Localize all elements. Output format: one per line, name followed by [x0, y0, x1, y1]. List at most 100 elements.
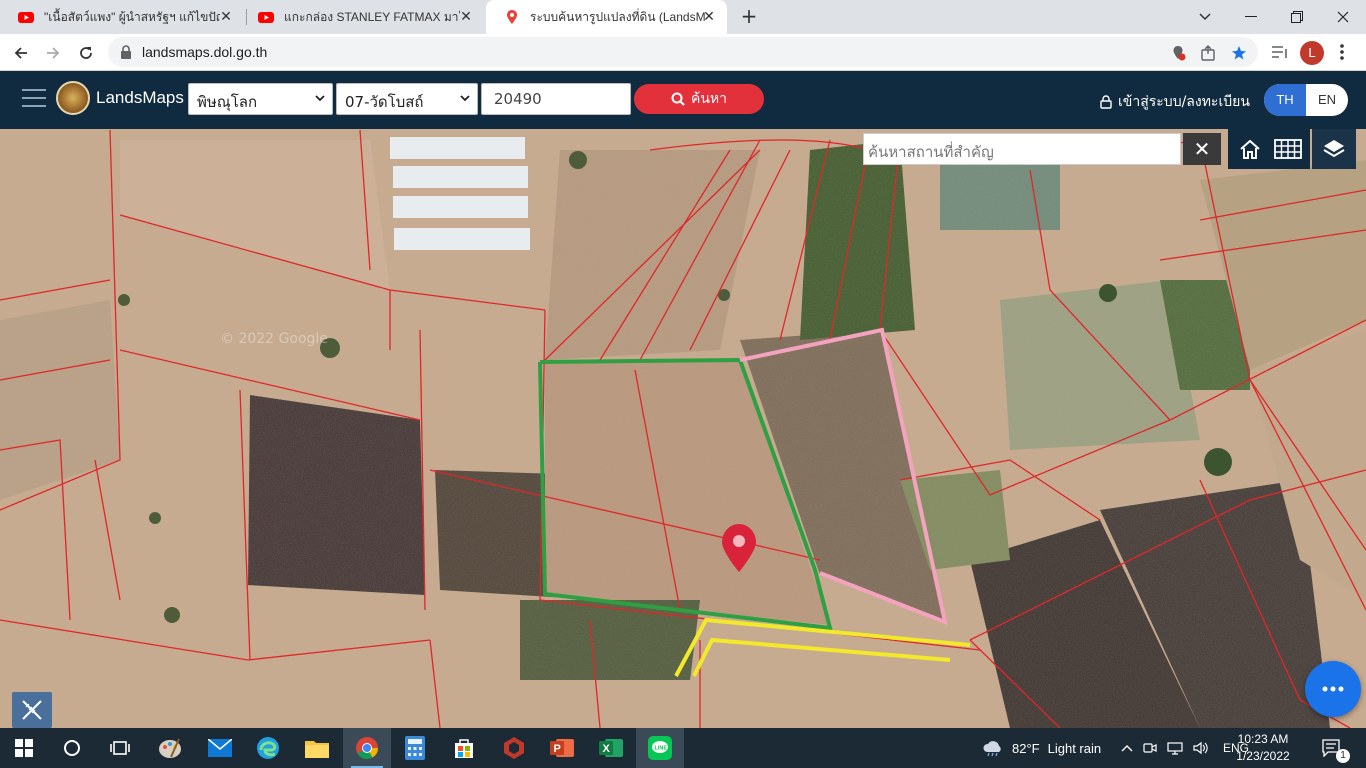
clock[interactable]: 10:23 AM 1/23/2022 [1228, 731, 1298, 765]
taskbar-explorer-app[interactable] [293, 728, 341, 768]
lang-en-button[interactable]: EN [1306, 84, 1348, 116]
province-select[interactable]: พิษณุโลก [188, 83, 333, 115]
taskbar-excel-app[interactable]: X [587, 728, 635, 768]
ruler-pencil-icon [22, 700, 42, 720]
satellite-map: © 2022 Google [0, 129, 1366, 728]
district-select[interactable]: 07-วัดโบสถ์ [336, 83, 478, 115]
tab-title: ระบบค้นหารูปแปลงที่ดิน (LandsMaps) [530, 9, 706, 24]
login-link[interactable]: เข้าสู่ระบบ/ลงทะเบียน [1100, 91, 1250, 113]
share-icon[interactable] [1200, 45, 1216, 61]
tab-search-icon[interactable] [1182, 0, 1228, 34]
close-tab-icon[interactable]: ✕ [458, 9, 474, 25]
login-label: เข้าสู่ระบบ/ลงทะเบียน [1118, 94, 1250, 110]
edge-icon [257, 737, 279, 759]
forward-button[interactable] [40, 40, 66, 66]
tab-title: แกะกล่อง STANLEY FATMAX มาให้ชม [284, 9, 460, 24]
start-button[interactable] [0, 728, 48, 768]
hamburger-menu-icon[interactable] [22, 89, 46, 109]
cortana-button[interactable] [48, 728, 96, 768]
volume-icon[interactable] [1193, 741, 1209, 755]
home-icon [1240, 139, 1260, 159]
taskbar-store-app[interactable] [440, 728, 488, 768]
search-button[interactable]: ค้นหา [634, 84, 764, 114]
province-value: พิษณุโลก [197, 93, 258, 111]
measure-tool-button[interactable] [12, 692, 52, 728]
youtube-icon [258, 12, 274, 23]
youtube-icon [18, 12, 34, 23]
store-bag-icon [455, 739, 473, 758]
line-chat-icon: LINE [648, 736, 672, 760]
map-pin-icon [507, 10, 517, 24]
parcel-number-input[interactable]: 20490 [481, 83, 631, 115]
clock-time: 10:23 AM [1237, 732, 1289, 746]
chevron-up-icon[interactable] [1121, 744, 1133, 752]
layers-icon [1323, 140, 1345, 158]
minimize-button[interactable] [1228, 0, 1274, 34]
district-value: 07-วัดโบสถ์ [345, 93, 424, 111]
folder-icon [305, 741, 329, 758]
back-button[interactable] [8, 40, 34, 66]
taskbar-chrome-app[interactable] [343, 728, 391, 768]
taskbar-calculator-app[interactable] [391, 728, 439, 768]
powerpoint-icon: P [550, 739, 574, 757]
layers-button[interactable] [1312, 129, 1356, 169]
new-tab-button[interactable]: + [737, 5, 761, 29]
mail-icon [208, 739, 232, 757]
palette-icon [159, 738, 181, 758]
chevron-down-icon [315, 95, 325, 102]
rain-cloud-icon [983, 741, 1001, 756]
map-view[interactable]: © 2022 Google ค้นหาสถานที่สำคัญ ✕ [0, 129, 1366, 728]
site-header: LandsMaps พิษณุโลก 07-วัดโบสถ์ 20490 ค้น… [0, 71, 1366, 129]
meet-now-icon[interactable] [1143, 741, 1157, 755]
arrow-right-icon [47, 47, 60, 59]
place-search-input[interactable]: ค้นหาสถานที่สำคัญ [863, 133, 1181, 165]
close-window-button[interactable] [1320, 0, 1366, 34]
clear-search-button[interactable]: ✕ [1183, 133, 1221, 165]
grid-icon [1274, 139, 1302, 159]
taskbar-edge-app[interactable] [244, 728, 292, 768]
tab-title: "เนื้อสัตว์แพง" ผู้นำสหรัฐฯ แก้ไขปัญหา [44, 9, 220, 24]
url-text: landsmaps.dol.go.th [142, 44, 268, 60]
search-icon [671, 92, 685, 106]
bookmark-star-icon[interactable] [1231, 45, 1247, 61]
svg-text:LINE: LINE [655, 746, 668, 752]
profile-avatar[interactable]: L [1300, 41, 1324, 65]
tab-youtube-2[interactable]: แกะกล่อง STANLEY FATMAX มาให้ชม ✕ [240, 0, 484, 34]
more-options-button[interactable] [1305, 661, 1361, 717]
browser-toolbar: landsmaps.dol.go.th L [0, 34, 1366, 71]
excel-icon: X [599, 739, 623, 757]
taskbar-line-app[interactable]: LINE [636, 728, 684, 768]
reload-icon [80, 47, 92, 59]
reading-list-icon[interactable] [1271, 44, 1289, 60]
calculator-icon [405, 736, 425, 760]
weather-widget[interactable]: 82°F Light rain [982, 728, 1101, 768]
taskbar-mail-app[interactable] [196, 728, 244, 768]
menu-kebab-icon[interactable] [1338, 42, 1346, 62]
notification-center-button[interactable]: 1 [1322, 728, 1350, 768]
svg-text:X: X [603, 743, 611, 755]
address-bar[interactable]: landsmaps.dol.go.th [108, 37, 1258, 67]
taskbar-paint-app[interactable] [146, 728, 194, 768]
task-view-icon [110, 741, 130, 755]
taskbar-powerpoint-app[interactable]: P [538, 728, 586, 768]
reload-button[interactable] [73, 40, 99, 66]
windows-taskbar: P X LINE 82°F Light rain ENG 10:23 AM 1/… [0, 728, 1366, 768]
tab-landsmaps[interactable]: ระบบค้นหารูปแปลงที่ดิน (LandsMaps) ✕ [486, 0, 727, 34]
windows-logo-icon [15, 739, 33, 757]
weather-text: Light rain [1047, 740, 1102, 756]
grid-button[interactable] [1266, 129, 1310, 169]
chevron-down-icon [460, 95, 470, 102]
close-tab-icon[interactable]: ✕ [701, 9, 717, 25]
tab-youtube-1[interactable]: "เนื้อสัตว์แพง" ผู้นำสหรัฐฯ แก้ไขปัญหา ✕ [0, 0, 244, 34]
brand-name: LandsMaps [96, 88, 184, 107]
restore-button[interactable] [1274, 0, 1320, 34]
location-blocked-icon[interactable] [1170, 45, 1186, 61]
weather-temp: 82°F [1012, 740, 1040, 756]
lang-th-button[interactable]: TH [1264, 84, 1306, 116]
task-view-button[interactable] [96, 728, 144, 768]
dol-logo [56, 81, 90, 115]
browser-tab-strip: "เนื้อสัตว์แพง" ผู้นำสหรัฐฯ แก้ไขปัญหา ✕… [0, 0, 1366, 34]
network-icon[interactable] [1167, 741, 1183, 755]
taskbar-autodesk-app[interactable] [490, 728, 538, 768]
close-tab-icon[interactable]: ✕ [218, 9, 234, 25]
